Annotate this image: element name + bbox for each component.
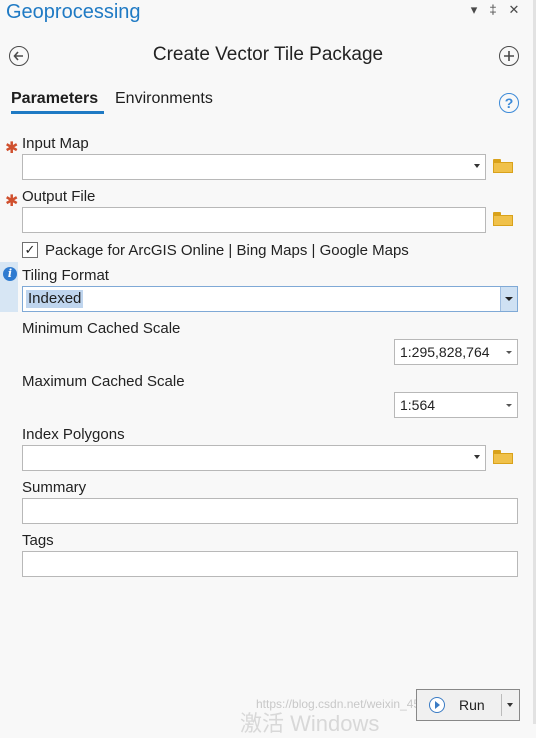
folder-icon[interactable] bbox=[493, 159, 513, 173]
active-tab-underline bbox=[11, 111, 104, 114]
chevron-down-icon[interactable] bbox=[507, 703, 513, 707]
input-map-label: Input Map bbox=[22, 135, 89, 152]
summary-input[interactable] bbox=[22, 498, 518, 524]
chevron-down-icon bbox=[474, 455, 480, 459]
min-scale-combo[interactable]: 1:295,828,764 bbox=[394, 339, 518, 365]
tags-label: Tags bbox=[22, 532, 54, 549]
help-icon[interactable]: ? bbox=[499, 93, 519, 113]
pane-title: Geoprocessing bbox=[6, 1, 141, 23]
max-scale-label: Maximum Cached Scale bbox=[22, 373, 185, 390]
run-label: Run bbox=[459, 697, 485, 713]
output-file-input[interactable] bbox=[22, 207, 486, 233]
pin-icon[interactable]: ‡ bbox=[485, 2, 501, 18]
tiling-format-select[interactable]: Indexed bbox=[22, 286, 518, 312]
tab-environments[interactable]: Environments bbox=[115, 90, 213, 108]
min-scale-label: Minimum Cached Scale bbox=[22, 320, 181, 337]
required-icon: ✱ bbox=[5, 140, 19, 157]
folder-icon[interactable] bbox=[493, 212, 513, 226]
chevron-down-icon[interactable] bbox=[500, 287, 517, 311]
tool-title: Create Vector Tile Package bbox=[152, 44, 384, 65]
close-icon[interactable]: ✕ bbox=[506, 2, 522, 18]
output-file-label: Output File bbox=[22, 188, 96, 205]
summary-label: Summary bbox=[22, 479, 87, 496]
run-button[interactable]: Run bbox=[416, 689, 520, 721]
tab-parameters[interactable]: Parameters bbox=[11, 90, 98, 108]
index-polygons-dropdown[interactable] bbox=[22, 445, 486, 471]
add-icon[interactable] bbox=[499, 46, 519, 66]
play-icon bbox=[429, 697, 445, 713]
pane-menu-icon[interactable]: ▾ bbox=[466, 2, 482, 18]
tiling-format-label: Tiling Format bbox=[22, 267, 109, 284]
tags-input[interactable] bbox=[22, 551, 518, 577]
chevron-down-icon bbox=[506, 404, 512, 407]
package-online-label: Package for ArcGIS Online | Bing Maps | … bbox=[45, 242, 409, 259]
info-icon[interactable]: i bbox=[3, 267, 17, 281]
required-icon: ✱ bbox=[5, 193, 19, 210]
chevron-down-icon bbox=[474, 164, 480, 168]
chevron-down-icon bbox=[506, 351, 512, 354]
tiling-format-value: Indexed bbox=[26, 290, 84, 308]
index-polygons-label: Index Polygons bbox=[22, 426, 125, 443]
max-scale-combo[interactable]: 1:564 bbox=[394, 392, 518, 418]
folder-icon[interactable] bbox=[493, 450, 513, 464]
max-scale-value: 1:564 bbox=[400, 397, 436, 413]
input-map-dropdown[interactable] bbox=[22, 154, 486, 180]
min-scale-value: 1:295,828,764 bbox=[400, 344, 490, 360]
package-online-checkbox[interactable]: ✓ bbox=[22, 242, 38, 258]
